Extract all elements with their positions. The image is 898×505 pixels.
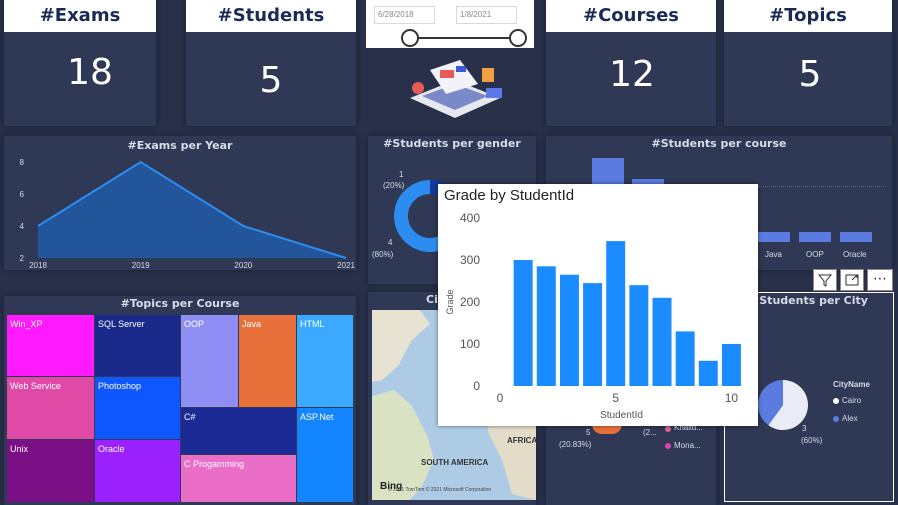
legend-dot-mona — [665, 443, 671, 449]
grade-y-tick: 100 — [460, 337, 480, 351]
city-slice-value: 3 — [802, 424, 807, 433]
city-legend-alex: Alex — [842, 414, 858, 423]
kpi-topics-title: #Topics — [724, 0, 892, 32]
exams-x-tick: 2020 — [234, 261, 252, 270]
gender-label-1-pct: (20%) — [383, 181, 405, 190]
focus-mode-button[interactable] — [840, 269, 864, 291]
grade-y-tick: 0 — [473, 379, 480, 393]
kpi-courses-value: 12 — [609, 54, 655, 95]
grade-x-tick: 0 — [497, 391, 504, 405]
grade-bar — [559, 274, 579, 386]
date-range-end-handle[interactable] — [509, 29, 527, 47]
more-options-button[interactable]: ⋯ — [867, 269, 893, 291]
course-bar-oop — [799, 232, 831, 242]
date-end-input[interactable]: 1/8/2021 — [456, 6, 517, 24]
course-tick-oop: OOP — [806, 250, 824, 259]
city-legend-dot-cairo — [833, 398, 839, 404]
exams-x-tick: 2018 — [29, 261, 47, 270]
students-per-course-title: #Students per course — [651, 137, 787, 150]
city-legend-dot-alex — [833, 416, 839, 422]
treemap-tile-html[interactable]: HTML — [296, 314, 354, 408]
more-options-icon: ⋯ — [873, 271, 887, 287]
kpi-exams-value: 18 — [67, 52, 113, 93]
grade-bar — [652, 297, 672, 386]
kpi-exams-title: #Exams — [4, 0, 156, 32]
grade-bar — [721, 344, 741, 386]
grade-bar — [513, 260, 533, 386]
grade-bar — [536, 266, 556, 386]
kpi-courses-title: #Courses — [546, 0, 716, 32]
grade-y-axis-label: Grade — [445, 289, 455, 314]
gender-label-2-pct: (80%) — [372, 250, 394, 259]
exams-per-year-chart: 2 4 6 8 2018 2019 2020 2021 — [20, 158, 356, 270]
grade-bar — [629, 285, 649, 386]
map-copyright: © 2021 TomTom © 2021 Microsoft Corporati… — [388, 487, 492, 493]
exams-y-tick: 4 — [20, 222, 25, 231]
treemap-tile-sql-server[interactable]: SQL Server — [94, 314, 181, 377]
legend-dot-khalid — [665, 426, 671, 432]
treemap-tile-c-programming[interactable]: C Progamming — [180, 454, 297, 503]
treemap-tile-web-service[interactable]: Web Service — [6, 376, 95, 440]
filter-icon — [817, 274, 833, 287]
grade-x-tick: 5 — [612, 391, 619, 405]
map-label-africa: AFRICA — [507, 436, 538, 445]
city-left-short: (2... — [643, 428, 657, 437]
exams-x-tick: 2021 — [337, 261, 355, 270]
kpi-students-title: #Students — [186, 0, 356, 32]
course-bar-oracle — [840, 232, 872, 242]
gender-label-1-count: 1 — [399, 170, 404, 179]
exams-per-year-panel: #Exams per Year 2 4 6 8 2018 2019 2020 2021 — [4, 136, 356, 270]
treemap-tile-unix[interactable]: Unix — [6, 439, 95, 503]
course-tick-java: Java — [765, 250, 782, 259]
city-slice-pct: (60%) — [801, 436, 823, 445]
grade-bar-chart: 0 100 200 300 400 0 5 10 StudentId Grade — [445, 211, 741, 421]
city-legend-cairo: Cairo — [842, 396, 862, 405]
grade-y-tick: 300 — [460, 253, 480, 267]
treemap-tile-asp-net[interactable]: ASP.Net — [296, 407, 354, 503]
grade-bar — [675, 331, 695, 386]
kpi-topics-value: 5 — [798, 54, 822, 95]
exams-y-tick: 8 — [20, 158, 25, 167]
laptop-illustration — [410, 60, 502, 118]
map-label-south-america: SOUTH AMERICA — [421, 458, 489, 467]
date-start-input[interactable]: 6/28/2018 — [374, 6, 435, 24]
city-legend-title: CityName — [833, 380, 870, 389]
grade-y-tick: 400 — [460, 211, 480, 225]
date-slicer[interactable]: 6/28/2018 1/8/2021 — [366, 0, 534, 48]
city-left-value: 5 — [586, 428, 591, 437]
treemap-tile-oop[interactable]: OOP — [180, 314, 239, 408]
treemap-tile-photoshop[interactable]: Photoshop — [94, 376, 181, 440]
grade-bar — [583, 283, 603, 386]
course-tick-oracle: Oracle — [843, 250, 867, 259]
treemap-tile-c-sharp[interactable]: C# — [180, 407, 297, 455]
treemap-tile-oracle[interactable]: Oracle — [94, 439, 181, 503]
kpi-students-value: 5 — [259, 60, 283, 101]
date-range-track — [410, 37, 518, 39]
topics-per-course-title: #Topics per Course — [120, 297, 240, 310]
exams-x-tick: 2019 — [132, 261, 150, 270]
grade-x-axis-label: StudentId — [600, 410, 643, 421]
grade-bar — [606, 241, 626, 386]
grade-tooltip: Grade by StudentId 0 100 200 300 400 0 5 10 Stud… — [438, 184, 758, 426]
grade-x-tick: 10 — [725, 391, 739, 405]
filter-button[interactable] — [813, 269, 837, 291]
course-bar-java — [758, 232, 790, 242]
treemap-tile-win-xp[interactable]: Win_XP — [6, 314, 95, 377]
treemap-tile-java[interactable]: Java — [238, 314, 297, 408]
exams-y-tick: 6 — [20, 190, 25, 199]
gender-label-2-count: 4 — [388, 238, 393, 247]
focus-mode-icon — [845, 274, 859, 286]
grade-bar — [698, 360, 718, 386]
legend-mona: Mona... — [674, 441, 701, 450]
exams-y-tick: 2 — [20, 254, 25, 263]
date-range-start-handle[interactable] — [401, 29, 419, 47]
city-left-pct: (20.83%) — [559, 440, 592, 449]
grade-y-tick: 200 — [460, 295, 480, 309]
